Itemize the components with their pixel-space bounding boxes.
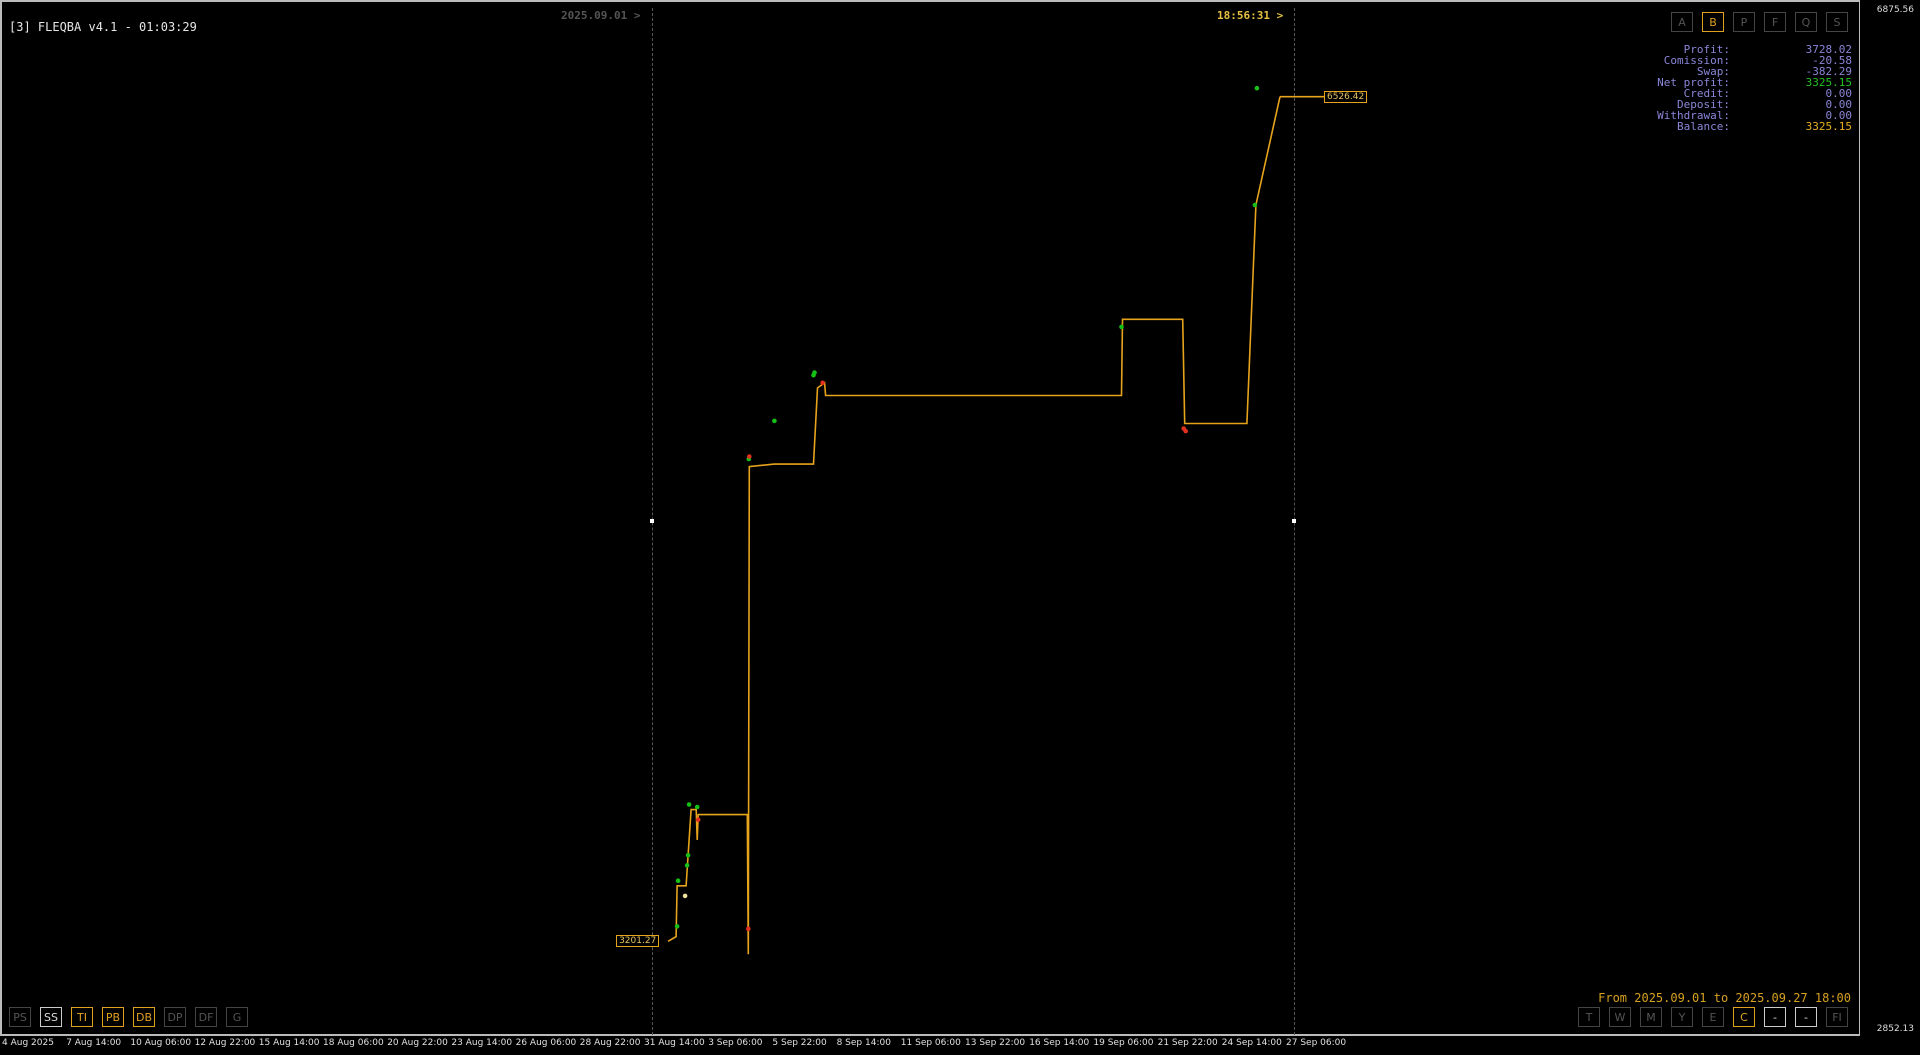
trade-point (812, 370, 817, 375)
trade-point (675, 878, 681, 883)
x-tick-label: 20 Aug 22:00 (387, 1038, 448, 1048)
trade-point (747, 454, 752, 459)
x-tick-label: 7 Aug 14:00 (66, 1038, 122, 1048)
trade-point (772, 418, 777, 424)
balance-chart (667, 85, 1324, 955)
y-axis-max-label: 6875.56 (1876, 5, 1914, 15)
x-tick-label: 11 Sep 06:00 (900, 1038, 961, 1048)
trade-point (685, 853, 691, 858)
trade-point (746, 926, 751, 932)
x-tick-label: 31 Aug 14:00 (644, 1038, 705, 1048)
trade-point (682, 893, 688, 899)
br-button-2[interactable]: M (1640, 1007, 1662, 1027)
trade-point (694, 804, 700, 810)
br-button-3[interactable]: Y (1671, 1007, 1693, 1027)
trade-point (684, 863, 690, 868)
y-axis-min-label: 2852.13 (1876, 1024, 1914, 1034)
bl-button-1[interactable]: SS (40, 1007, 62, 1027)
x-tick-label: 21 Sep 22:00 (1157, 1038, 1218, 1048)
br-button-1[interactable]: W (1609, 1007, 1631, 1027)
bl-button-0[interactable]: PS (9, 1007, 31, 1027)
bl-button-5[interactable]: DP (164, 1007, 186, 1027)
trade-point (1119, 324, 1124, 330)
period-text: From 2025.09.01 to 2025.09.27 18:00 (1598, 991, 1851, 1005)
x-tick-label: 16 Sep 14:00 (1029, 1038, 1090, 1048)
start-balance-label: 3201.27 (616, 935, 660, 948)
x-tick-label: 28 Aug 22:00 (579, 1038, 641, 1048)
bl-button-2[interactable]: TI (71, 1007, 93, 1027)
br-button-4[interactable]: E (1702, 1007, 1724, 1027)
br-button-6[interactable]: - (1764, 1007, 1786, 1027)
x-tick-label: 3 Sep 06:00 (708, 1038, 763, 1048)
x-tick-label: 18 Aug 06:00 (323, 1038, 384, 1048)
trade-point (1254, 85, 1260, 91)
trade-point (1183, 428, 1188, 434)
br-button-0[interactable]: T (1578, 1007, 1600, 1027)
bl-button-4[interactable]: DB (133, 1007, 155, 1027)
trade-point (1252, 202, 1258, 208)
x-tick-label: 13 Sep 22:00 (965, 1038, 1026, 1048)
x-tick-label: 27 Sep 06:00 (1286, 1038, 1347, 1048)
x-tick-label: 5 Sep 22:00 (772, 1038, 827, 1048)
x-tick-label: 10 Aug 06:00 (130, 1038, 192, 1048)
x-tick-label: 26 Aug 06:00 (515, 1038, 577, 1048)
bl-button-6[interactable]: DF (195, 1007, 217, 1027)
balance-line (667, 96, 1281, 955)
x-tick-label: 19 Sep 06:00 (1093, 1038, 1154, 1048)
br-button-7[interactable]: - (1795, 1007, 1817, 1027)
x-tick-label: 15 Aug 14:00 (258, 1038, 320, 1048)
bl-button-3[interactable]: PB (102, 1007, 124, 1027)
trade-point (695, 817, 701, 822)
x-tick-label: 12 Aug 22:00 (194, 1038, 256, 1048)
x-tick-label: 24 Sep 14:00 (1221, 1038, 1282, 1048)
x-tick-label: 23 Aug 14:00 (451, 1038, 513, 1048)
trade-point (674, 924, 680, 929)
bl-button-7[interactable]: G (226, 1007, 248, 1027)
trade-point (820, 380, 825, 386)
br-button-8[interactable]: FI (1826, 1007, 1848, 1027)
x-tick-label: 4 Aug 2025 (2, 1038, 54, 1048)
x-axis: 4 Aug 2025 7 Aug 14:00 10 Aug 06:00 12 Aug … (0, 1038, 1860, 1054)
br-button-5[interactable]: C (1733, 1007, 1755, 1027)
x-tick-label: 8 Sep 14:00 (836, 1038, 891, 1048)
trade-point (686, 802, 692, 807)
end-balance-label: 6526.42 (1323, 90, 1368, 103)
